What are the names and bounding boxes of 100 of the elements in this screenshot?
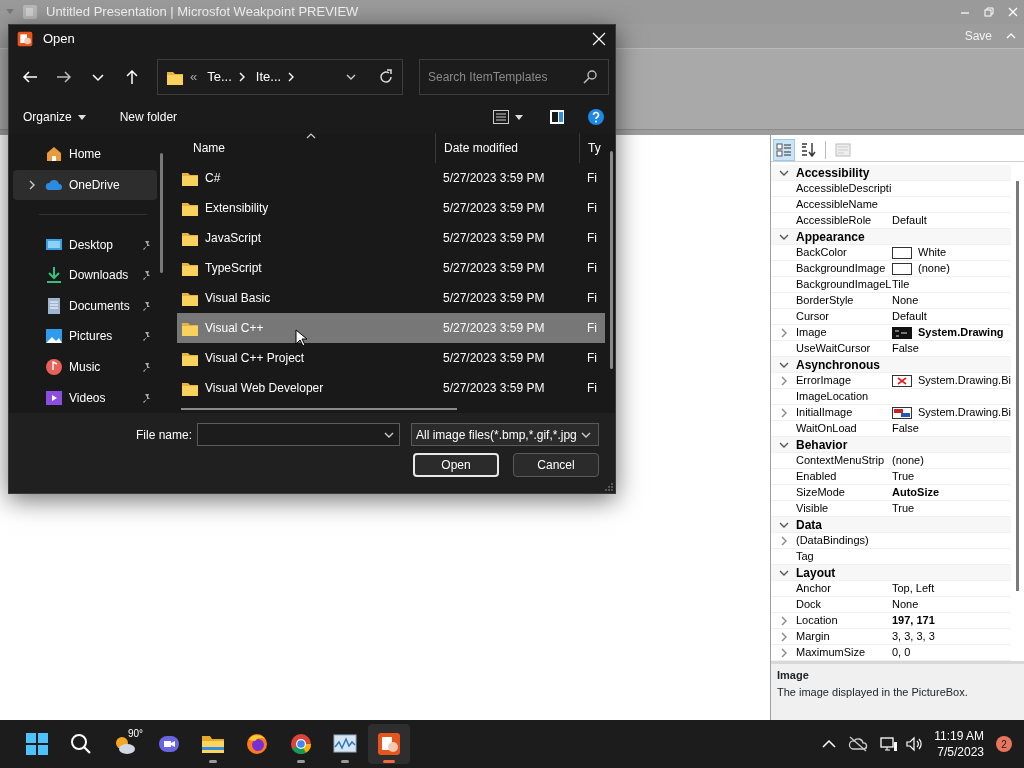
property-value[interactable]: Tile: [892, 276, 910, 293]
expanded-chevron-icon[interactable]: [778, 232, 789, 241]
file-type-dropdown[interactable]: All image files(*.bmp,*.gif,*.jpg: [411, 423, 599, 446]
file-row[interactable]: Visual C++ Project 5/27/2023 3:59 PM Fi: [177, 343, 605, 373]
property-value[interactable]: System.Drawing.Bi: [918, 404, 1011, 421]
nav-item[interactable]: Videos: [13, 382, 157, 413]
nav-item[interactable]: Documents: [13, 290, 157, 322]
cloud-off-icon[interactable]: [848, 736, 869, 752]
scrollbar-thumb[interactable]: [1015, 181, 1019, 591]
property-value[interactable]: False: [892, 420, 919, 437]
file-row[interactable]: Extensibility 5/27/2023 3:59 PM Fi: [177, 193, 605, 223]
preview-pane-icon[interactable]: [549, 109, 565, 125]
breadcrumb-overflow[interactable]: «: [190, 67, 198, 87]
file-row[interactable]: Visual Web Developer 5/27/2023 3:59 PM Fi: [177, 373, 605, 403]
file-name-field[interactable]: [197, 423, 400, 446]
open-button[interactable]: Open: [413, 453, 499, 477]
close-icon[interactable]: [1008, 7, 1018, 17]
property-value[interactable]: False: [892, 340, 919, 357]
expand-chevron-icon[interactable]: [779, 647, 788, 658]
swatch-icon: [892, 406, 912, 419]
category-label: Behavior: [796, 436, 848, 454]
property-name: UseWaitCursor: [796, 341, 872, 357]
expanded-chevron-icon[interactable]: [778, 168, 789, 177]
expanded-chevron-icon[interactable]: [778, 360, 789, 369]
resize-grip-icon[interactable]: [605, 483, 613, 491]
property-value[interactable]: True: [892, 500, 915, 517]
scrollbar-thumb[interactable]: [610, 151, 613, 369]
property-name: Image: [796, 325, 828, 341]
expand-chevron-icon[interactable]: [779, 615, 788, 626]
folder-icon: [181, 260, 199, 276]
expand-chevron-icon[interactable]: [779, 375, 788, 386]
file-name: Visual Web Developer: [205, 380, 324, 397]
property-value[interactable]: White: [918, 244, 947, 261]
property-name: Enabled: [796, 469, 838, 485]
breadcrumb-segment[interactable]: Ite...: [255, 67, 282, 87]
organize-button[interactable]: Organize: [19, 106, 90, 128]
file-row[interactable]: Visual Basic 5/27/2023 3:59 PM Fi: [177, 283, 605, 313]
property-value[interactable]: 197, 171: [892, 612, 935, 629]
help-icon[interactable]: [587, 108, 605, 126]
file-name: C#: [205, 170, 221, 187]
nav-item[interactable]: Music: [13, 351, 157, 383]
taskbar-button[interactable]: 90°: [104, 724, 146, 764]
expand-chevron-icon[interactable]: [779, 535, 788, 546]
refresh-icon[interactable]: [378, 69, 394, 85]
collapse-icon[interactable]: [1006, 33, 1016, 39]
taskbar-button[interactable]: [368, 724, 410, 764]
categorized-icon[interactable]: [776, 141, 792, 158]
column-header[interactable]: Ty: [579, 133, 601, 163]
clock-date[interactable]: 7/5/2023: [934, 744, 984, 760]
file-row[interactable]: C# 5/27/2023 3:59 PM Fi: [177, 163, 605, 193]
file-row[interactable]: JavaScript 5/27/2023 3:59 PM Fi: [177, 223, 605, 253]
nav-item[interactable]: OneDrive: [13, 169, 157, 201]
scrollbar-thumb[interactable]: [159, 153, 163, 273]
document-icon: [45, 296, 63, 315]
scrollbar-thumb[interactable]: [181, 408, 457, 410]
file-row[interactable]: TypeScript 5/27/2023 3:59 PM Fi: [177, 253, 605, 283]
nav-item[interactable]: Desktop: [13, 229, 157, 260]
new-folder-button[interactable]: New folder: [115, 106, 182, 128]
search-field[interactable]: Search ItemTemplates: [419, 59, 609, 95]
column-header[interactable]: Name: [177, 133, 435, 163]
property-value[interactable]: 3, 3, 3, 3: [892, 628, 935, 645]
volume-icon[interactable]: [906, 736, 923, 752]
property-value[interactable]: Default: [892, 308, 927, 325]
expanded-chevron-icon[interactable]: [778, 568, 789, 577]
property-value[interactable]: True: [892, 468, 915, 485]
property-value[interactable]: Default: [892, 212, 927, 229]
chevron-up-icon[interactable]: [822, 739, 837, 749]
expanded-chevron-icon[interactable]: [778, 520, 789, 529]
property-value[interactable]: None: [892, 596, 919, 613]
dialog-title: Open: [43, 30, 75, 49]
column-header[interactable]: Date modified: [435, 133, 579, 163]
nav-item[interactable]: Downloads: [13, 259, 157, 291]
address-bar[interactable]: « Te... Ite...: [157, 59, 403, 95]
property-value[interactable]: System.Drawing: [918, 324, 1004, 341]
file-row[interactable]: Visual C++ 5/27/2023 3:59 PM Fi: [177, 313, 605, 343]
property-value[interactable]: (none): [918, 260, 950, 277]
sort-icon[interactable]: [800, 141, 816, 158]
notification-badge[interactable]: 2: [996, 736, 1012, 752]
expand-chevron-icon[interactable]: [779, 327, 788, 338]
network-icon[interactable]: [880, 736, 899, 752]
nav-item[interactable]: Pictures: [13, 321, 157, 352]
property-name: Visible: [796, 501, 830, 517]
file-type: Fi: [586, 320, 598, 337]
chrome-icon: [289, 732, 313, 756]
property-value[interactable]: Top, Left: [892, 580, 935, 597]
property-value[interactable]: System.Drawing.Bi: [918, 372, 1011, 389]
property-value[interactable]: None: [892, 292, 919, 309]
category-label: Asynchronous: [796, 356, 880, 374]
property-value[interactable]: (none): [892, 452, 924, 469]
nav-item[interactable]: Home: [13, 139, 157, 170]
expand-chevron-icon[interactable]: [779, 631, 788, 642]
property-value[interactable]: AutoSize: [892, 484, 940, 501]
property-value[interactable]: 0, 0: [892, 644, 911, 661]
dropdown-caret-icon[interactable]: [346, 73, 356, 81]
expanded-chevron-icon[interactable]: [778, 440, 789, 449]
expand-chevron-icon[interactable]: [779, 407, 788, 418]
breadcrumb-segment[interactable]: Te...: [207, 67, 232, 87]
clock-time[interactable]: 11:19 AM: [934, 728, 984, 744]
dropdown-caret-icon: [384, 431, 394, 439]
cancel-button[interactable]: Cancel: [513, 453, 599, 477]
